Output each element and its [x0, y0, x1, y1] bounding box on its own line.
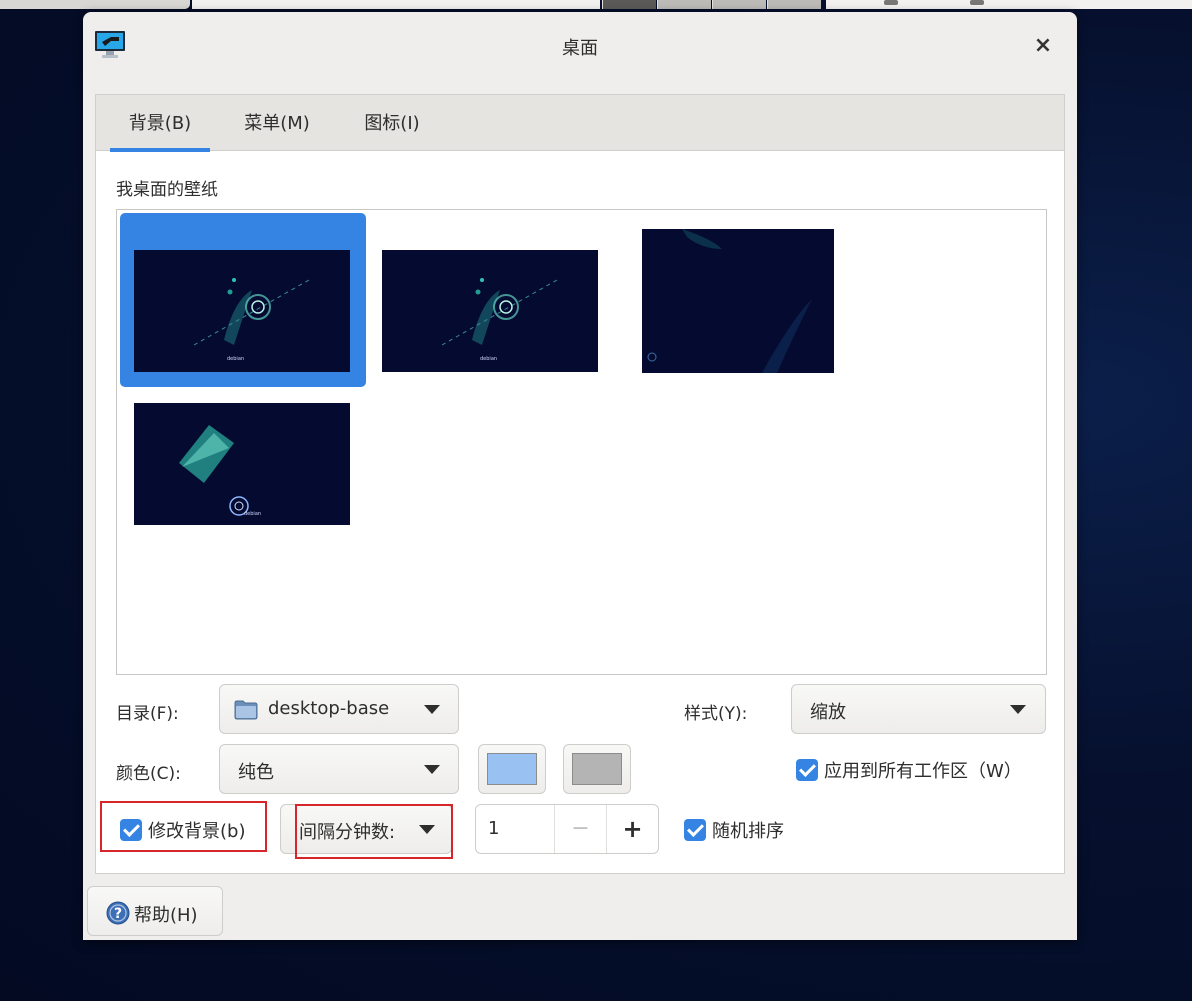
tray-icon[interactable] [884, 0, 898, 5]
desktop-settings-dialog: 桌面 × 背景(B) 菜单(M) 图标(I) 我桌面的壁纸 debian deb… [83, 12, 1077, 940]
chevron-down-icon [424, 705, 440, 714]
primary-color-swatch [487, 753, 537, 785]
wallpaper-item[interactable]: debian [368, 213, 614, 387]
folder-icon [234, 700, 258, 720]
checkbox-checked-icon [796, 759, 818, 781]
interval-spinbutton[interactable]: 1 − + [475, 804, 659, 854]
tab-icons[interactable]: 图标(I) [348, 95, 436, 151]
settings-notebook: 背景(B) 菜单(M) 图标(I) 我桌面的壁纸 debian debian d… [95, 94, 1065, 874]
checkbox-checked-icon [684, 819, 706, 841]
chevron-down-icon [1010, 705, 1026, 714]
wallpaper-grid[interactable]: debian debian debian [116, 209, 1047, 675]
increment-button[interactable]: + [606, 805, 658, 853]
workspace-2[interactable] [657, 0, 711, 9]
decrement-button[interactable]: − [554, 805, 606, 853]
wallpaper-item[interactable]: debian [120, 213, 366, 387]
workspace-1[interactable] [602, 0, 656, 9]
style-label: 样式(Y): [684, 704, 748, 724]
close-button[interactable]: × [1029, 32, 1057, 60]
tab-bar: 背景(B) 菜单(M) 图标(I) [96, 95, 1064, 152]
wallpapers-section-label: 我桌面的壁纸 [116, 180, 218, 200]
chevron-down-icon [424, 765, 440, 774]
wallpaper-item[interactable]: debian [120, 391, 366, 531]
random-order-checkbox[interactable]: 随机排序 [684, 817, 784, 843]
wallpaper-thumbnail [642, 229, 834, 373]
help-label: 帮助(H) [134, 905, 198, 926]
desktop-panel-strip [0, 0, 1192, 11]
color-label: 颜色(C): [116, 764, 181, 784]
titlebar: 桌面 × [83, 12, 1077, 80]
random-order-label: 随机排序 [712, 821, 784, 842]
style-value: 缩放 [810, 702, 846, 723]
help-icon: ? [106, 901, 130, 925]
primary-color-button[interactable] [478, 744, 546, 794]
tab-menu[interactable]: 菜单(M) [230, 95, 324, 151]
color-mode-combo[interactable]: 纯色 [219, 744, 459, 794]
wallpaper-caption: debian [227, 356, 244, 362]
interval-value: 1 [488, 818, 500, 839]
color-mode-value: 纯色 [238, 762, 274, 783]
apply-all-workspaces-checkbox[interactable]: 应用到所有工作区（W） [796, 757, 1022, 783]
window-title: 桌面 [562, 38, 598, 59]
workspace-4[interactable] [767, 0, 821, 9]
close-icon: × [1033, 33, 1053, 58]
wallpaper-thumbnail: debian [134, 403, 350, 525]
help-button[interactable]: ? 帮助(H) [87, 886, 223, 936]
wallpaper-caption: debian [244, 511, 261, 517]
highlight-box-change-background [100, 801, 267, 852]
wallpaper-thumbnail: debian [134, 250, 350, 372]
workspace-3[interactable] [712, 0, 766, 9]
secondary-color-button[interactable] [563, 744, 631, 794]
directory-value: desktop-base [268, 698, 390, 719]
wallpaper-thumbnail: debian [382, 250, 598, 372]
apply-all-workspaces-label: 应用到所有工作区（W） [824, 761, 1022, 782]
directory-combo[interactable]: desktop-base [219, 684, 459, 734]
wallpaper-caption: debian [480, 356, 497, 362]
svg-text:?: ? [114, 906, 122, 922]
tab-background[interactable]: 背景(B) [110, 95, 210, 152]
directory-label: 目录(F): [116, 704, 179, 724]
style-combo[interactable]: 缩放 [791, 684, 1046, 734]
tray-icon[interactable] [970, 0, 984, 5]
wallpaper-item[interactable] [616, 213, 862, 387]
secondary-color-swatch [572, 753, 622, 785]
highlight-box-interval [295, 804, 453, 859]
